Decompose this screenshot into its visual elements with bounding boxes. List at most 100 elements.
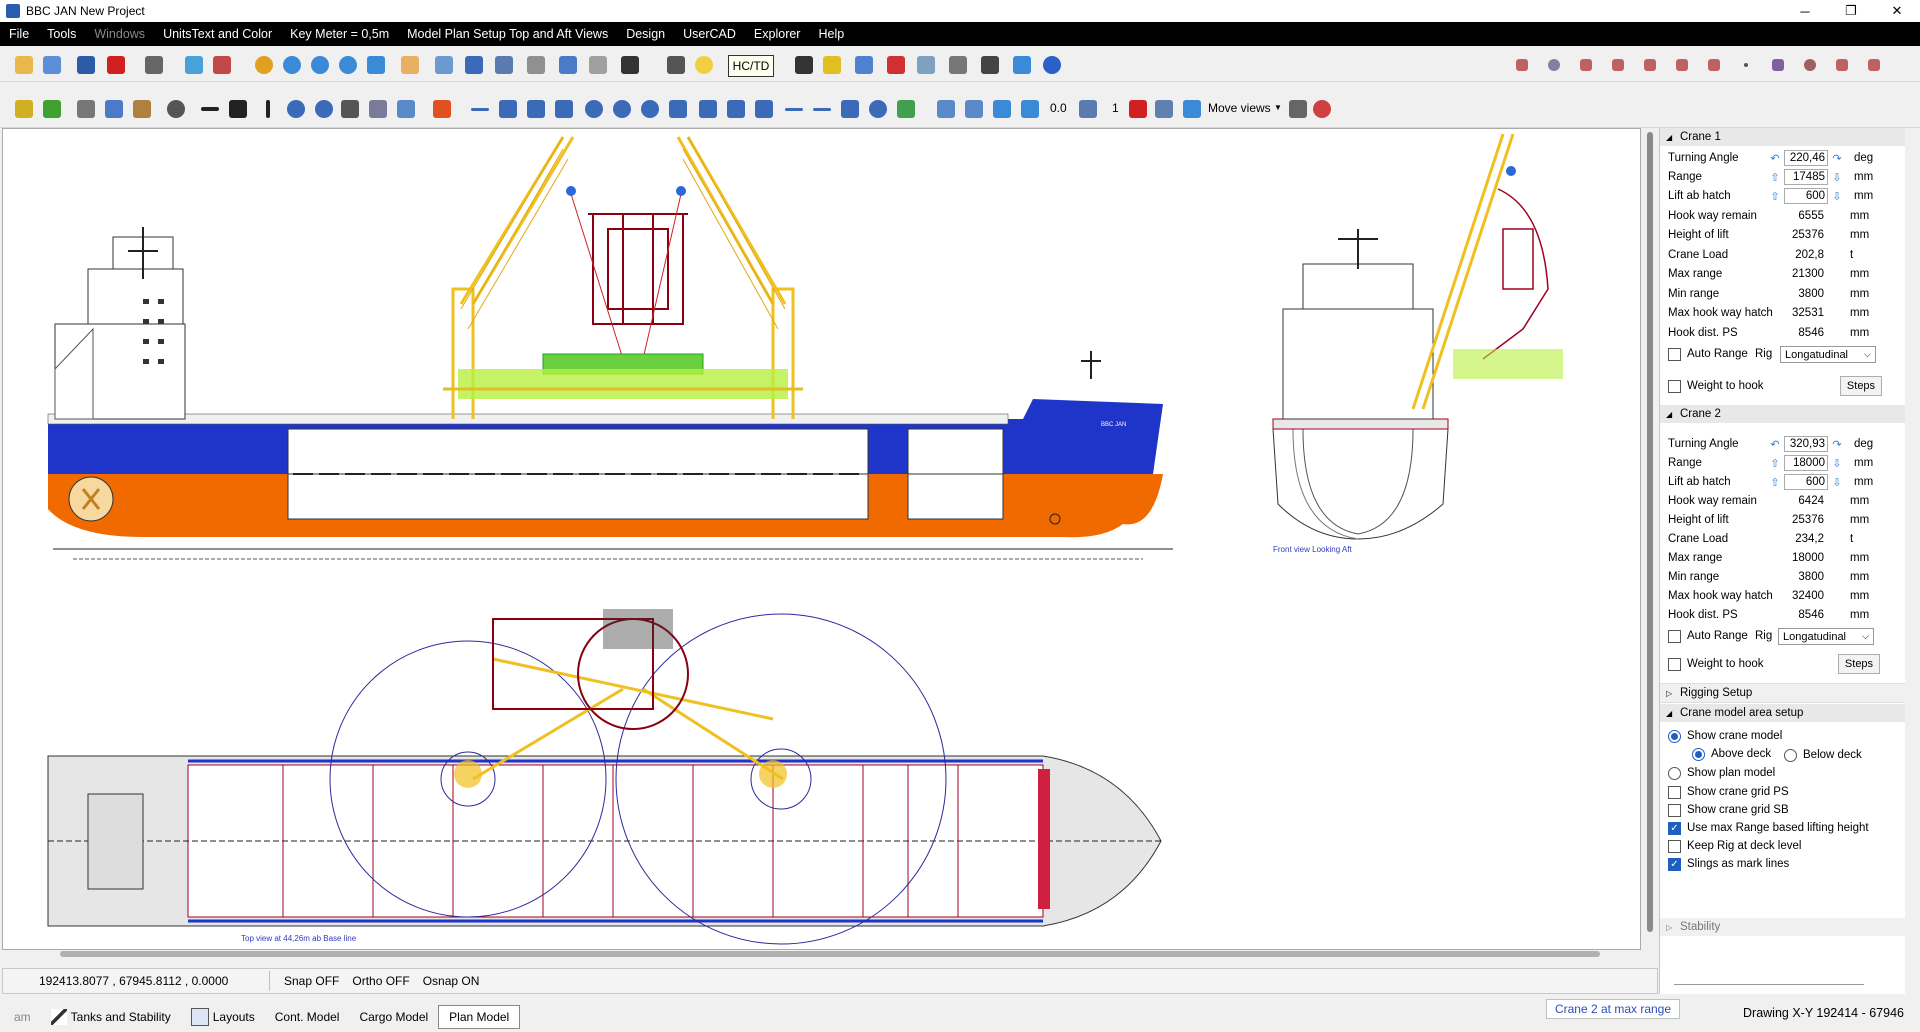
crane2-header[interactable]: ◢ Crane 2 xyxy=(1660,405,1905,423)
delete-icon[interactable] xyxy=(1126,97,1150,121)
cut-icon[interactable] xyxy=(74,97,98,121)
rotate-right-icon[interactable]: ↷ xyxy=(1828,152,1846,165)
snap-toggle[interactable]: Snap OFF xyxy=(284,974,339,988)
rotate-left-icon[interactable]: ↶ xyxy=(1766,438,1784,451)
show-grid-ps-checkbox[interactable]: Show crane grid PS xyxy=(1668,784,1789,800)
crane1-rig-select[interactable]: Longatudinal ⌵ xyxy=(1780,346,1876,363)
help-icon[interactable] xyxy=(1040,53,1064,77)
pdf-icon[interactable] xyxy=(104,53,128,77)
use-max-range-checkbox[interactable]: ✓ Use max Range based lifting height xyxy=(1668,820,1869,836)
node-snap-icon[interactable] xyxy=(1606,53,1630,77)
view-icon[interactable] xyxy=(492,53,516,77)
arrow-up-icon[interactable]: ⇧ xyxy=(1766,457,1784,470)
radio-dot[interactable] xyxy=(1784,748,1797,762)
color-icon[interactable] xyxy=(1310,97,1334,121)
radio-dot[interactable] xyxy=(1668,766,1681,780)
below-deck-radio[interactable]: Below deck xyxy=(1784,747,1862,763)
perpendicular-snap-icon[interactable] xyxy=(1638,53,1662,77)
crane1-steps-button[interactable]: Steps xyxy=(1840,376,1882,396)
clear-snap-icon[interactable] xyxy=(1862,53,1886,77)
line-icon[interactable] xyxy=(468,97,492,121)
rotate-left-icon[interactable]: ↶ xyxy=(1766,152,1784,165)
measure-icon[interactable] xyxy=(820,53,844,77)
osnap-toggle[interactable]: Osnap ON xyxy=(423,974,480,988)
point-snap-icon[interactable] xyxy=(1734,53,1758,77)
resize-arrow-icon[interactable] xyxy=(792,53,816,77)
crane2-range-input[interactable]: 18000 xyxy=(1784,455,1828,471)
crane2-rig-select[interactable]: Longatudinal ⌵ xyxy=(1778,628,1874,645)
checkbox-box[interactable] xyxy=(1668,629,1681,643)
save-icon[interactable] xyxy=(74,53,98,77)
construction-line-icon[interactable] xyxy=(782,97,806,121)
paste-icon[interactable] xyxy=(130,97,154,121)
crane1-turning-angle-input[interactable]: 220,46 xyxy=(1784,150,1828,166)
mirror-icon[interactable] xyxy=(1076,97,1100,121)
vertical-dimension-icon[interactable] xyxy=(256,97,280,121)
hc-td-selector[interactable]: HC/TD xyxy=(728,55,774,77)
magnet-icon[interactable] xyxy=(884,53,908,77)
zoom-all-icon[interactable] xyxy=(336,53,360,77)
ortho-toggle[interactable]: Ortho OFF xyxy=(352,974,409,988)
center-mark-icon[interactable] xyxy=(394,97,418,121)
light-bulb-icon[interactable] xyxy=(692,53,716,77)
rotate-right-icon[interactable]: ↷ xyxy=(1828,438,1846,451)
text-style-icon[interactable] xyxy=(724,97,748,121)
keep-rig-checkbox[interactable]: Keep Rig at deck level xyxy=(1668,838,1801,854)
pan-hand-icon[interactable] xyxy=(398,53,422,77)
cube-icon[interactable] xyxy=(524,53,548,77)
move-views-button[interactable]: Move views xyxy=(1208,101,1271,115)
redo-icon[interactable] xyxy=(40,97,64,121)
crane2-weight-to-hook-checkbox[interactable]: Weight to hook xyxy=(1668,656,1764,672)
tab-plan-model[interactable]: Plan Model xyxy=(438,1005,521,1029)
crane2-lift-input[interactable]: 600 xyxy=(1784,474,1828,490)
menu-model-plan-setup[interactable]: Model Plan Setup Top and Aft Views xyxy=(398,27,617,41)
checkbox-box[interactable]: ✓ xyxy=(1668,821,1681,835)
menu-design[interactable]: Design xyxy=(617,27,674,41)
close-button[interactable]: ✕ xyxy=(1874,0,1920,22)
arrow-up-icon[interactable]: ⇧ xyxy=(1766,476,1784,489)
tab-cont-model[interactable]: Cont. Model xyxy=(265,1006,350,1028)
eye-icon[interactable] xyxy=(164,97,188,121)
menu-help[interactable]: Help xyxy=(809,27,853,41)
menu-units-text-color[interactable]: UnitsText and Color xyxy=(154,27,281,41)
measure-tape-icon[interactable] xyxy=(1152,97,1176,121)
fill-icon[interactable] xyxy=(430,97,454,121)
spline-icon[interactable] xyxy=(552,97,576,121)
radio-dot[interactable] xyxy=(1692,747,1705,761)
crane2-steps-button[interactable]: Steps xyxy=(1838,654,1880,674)
minimize-button[interactable]: ─ xyxy=(1782,0,1828,22)
line-snap-icon[interactable] xyxy=(1510,53,1534,77)
rigging-setup-header[interactable]: ▷ Rigging Setup xyxy=(1660,683,1905,703)
tab-am[interactable]: am xyxy=(0,1006,41,1028)
crane-model-area-header[interactable]: ◢ Crane model area setup xyxy=(1660,704,1905,722)
text-icon[interactable] xyxy=(696,97,720,121)
rectangle-icon[interactable] xyxy=(666,97,690,121)
crane2-auto-range-checkbox[interactable]: Auto Range xyxy=(1668,628,1748,644)
checkbox-box[interactable] xyxy=(1668,657,1681,671)
cross-tool-icon[interactable] xyxy=(978,53,1002,77)
endpoint-snap-icon[interactable] xyxy=(1830,53,1854,77)
menu-tools[interactable]: Tools xyxy=(38,27,85,41)
quadrant-snap-icon[interactable] xyxy=(1766,53,1790,77)
print-icon[interactable] xyxy=(142,53,166,77)
zoom-out-icon[interactable] xyxy=(280,53,304,77)
aligned-dimension-icon[interactable] xyxy=(226,97,250,121)
copy-icon[interactable] xyxy=(102,97,126,121)
horizontal-scrollbar[interactable] xyxy=(60,951,1600,957)
zoom-in-icon[interactable] xyxy=(252,53,276,77)
grid-icon[interactable] xyxy=(462,53,486,77)
menu-key-meter[interactable]: Key Meter = 0,5m xyxy=(281,27,398,41)
container-stack-icon[interactable] xyxy=(618,53,642,77)
parallel-lines-icon[interactable] xyxy=(838,97,862,121)
show-plan-model-radio[interactable]: Show plan model xyxy=(1668,765,1775,781)
brush-icon[interactable] xyxy=(586,53,610,77)
crane1-header[interactable]: ◢ Crane 1 xyxy=(1660,128,1905,146)
stability-header[interactable]: ▷ Stability xyxy=(1660,918,1905,936)
show-grid-sb-checkbox[interactable]: Show crane grid SB xyxy=(1668,802,1789,818)
checkbox-box[interactable] xyxy=(1668,379,1681,393)
circle-icon[interactable] xyxy=(582,97,606,121)
tab-tanks-stability[interactable]: Tanks and Stability xyxy=(41,1005,181,1029)
intersection-snap-icon[interactable] xyxy=(1702,53,1726,77)
crane1-auto-range-checkbox[interactable]: Auto Range xyxy=(1668,346,1748,362)
leader-icon[interactable] xyxy=(752,97,776,121)
